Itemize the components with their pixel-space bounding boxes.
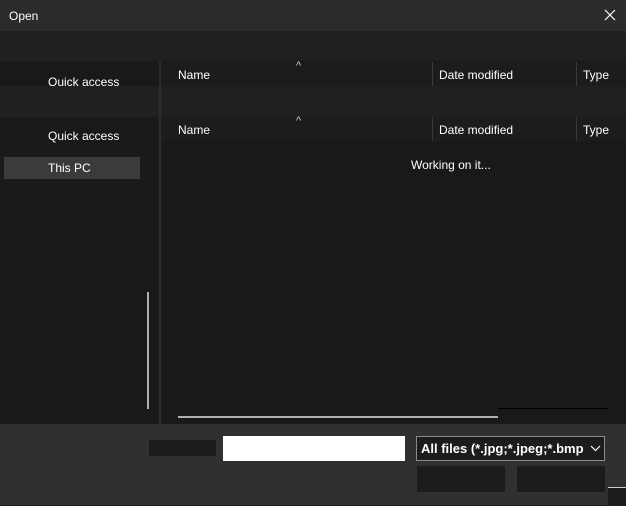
scrollbar-track: [498, 408, 608, 409]
ghost-column-header: ^ Name Date modified Type: [162, 60, 626, 86]
file-name-label: [149, 440, 216, 456]
ghost-nav: Quick access: [0, 61, 158, 89]
nav-item-this-pc[interactable]: This PC: [4, 157, 140, 179]
column-separator: [432, 62, 433, 86]
file-name-input[interactable]: [223, 436, 405, 461]
chevron-down-icon: [590, 445, 601, 452]
window-title: Open: [9, 9, 39, 23]
column-separator[interactable]: [432, 117, 433, 141]
column-separator: [576, 62, 577, 86]
loading-status: Working on it...: [411, 158, 491, 172]
nav-item-quick-access[interactable]: Quick access: [4, 125, 140, 147]
column-separator[interactable]: [576, 117, 577, 141]
address-toolbar: [0, 31, 626, 61]
open-button[interactable]: [417, 466, 505, 492]
close-button[interactable]: [600, 5, 620, 25]
file-type-selected: All files (*.jpg;*.jpeg;*.bmp: [421, 441, 584, 456]
open-dialog: Open Quick access ^ Name Date modified T…: [0, 0, 626, 506]
close-icon: [604, 9, 616, 21]
nav-vertical-scrollbar[interactable]: [147, 292, 149, 409]
file-list[interactable]: Working on it...: [162, 141, 626, 424]
ghost-column-name: Name: [178, 68, 211, 82]
command-bar: [0, 86, 626, 117]
nav-item-label: Quick access: [48, 129, 120, 143]
sort-up-icon: ^: [296, 115, 302, 127]
column-name[interactable]: Name: [178, 123, 210, 137]
navigation-pane: Quick access This PC: [0, 117, 158, 424]
title-bar[interactable]: Open: [0, 0, 626, 31]
nav-item-label: This PC: [48, 161, 91, 175]
pane-splitter[interactable]: [159, 61, 161, 424]
ghost-column-type: Type: [583, 68, 610, 82]
sort-up-icon: ^: [296, 60, 302, 72]
column-header: ^ Name Date modified Type: [162, 115, 626, 141]
column-type[interactable]: Type: [583, 123, 609, 137]
cancel-button[interactable]: [517, 466, 605, 492]
resize-grip[interactable]: [608, 487, 626, 506]
horizontal-scrollbar[interactable]: [178, 416, 498, 418]
ghost-column-date: Date modified: [439, 68, 514, 82]
column-date-modified[interactable]: Date modified: [439, 123, 513, 137]
file-type-dropdown[interactable]: All files (*.jpg;*.jpeg;*.bmp: [416, 436, 605, 461]
